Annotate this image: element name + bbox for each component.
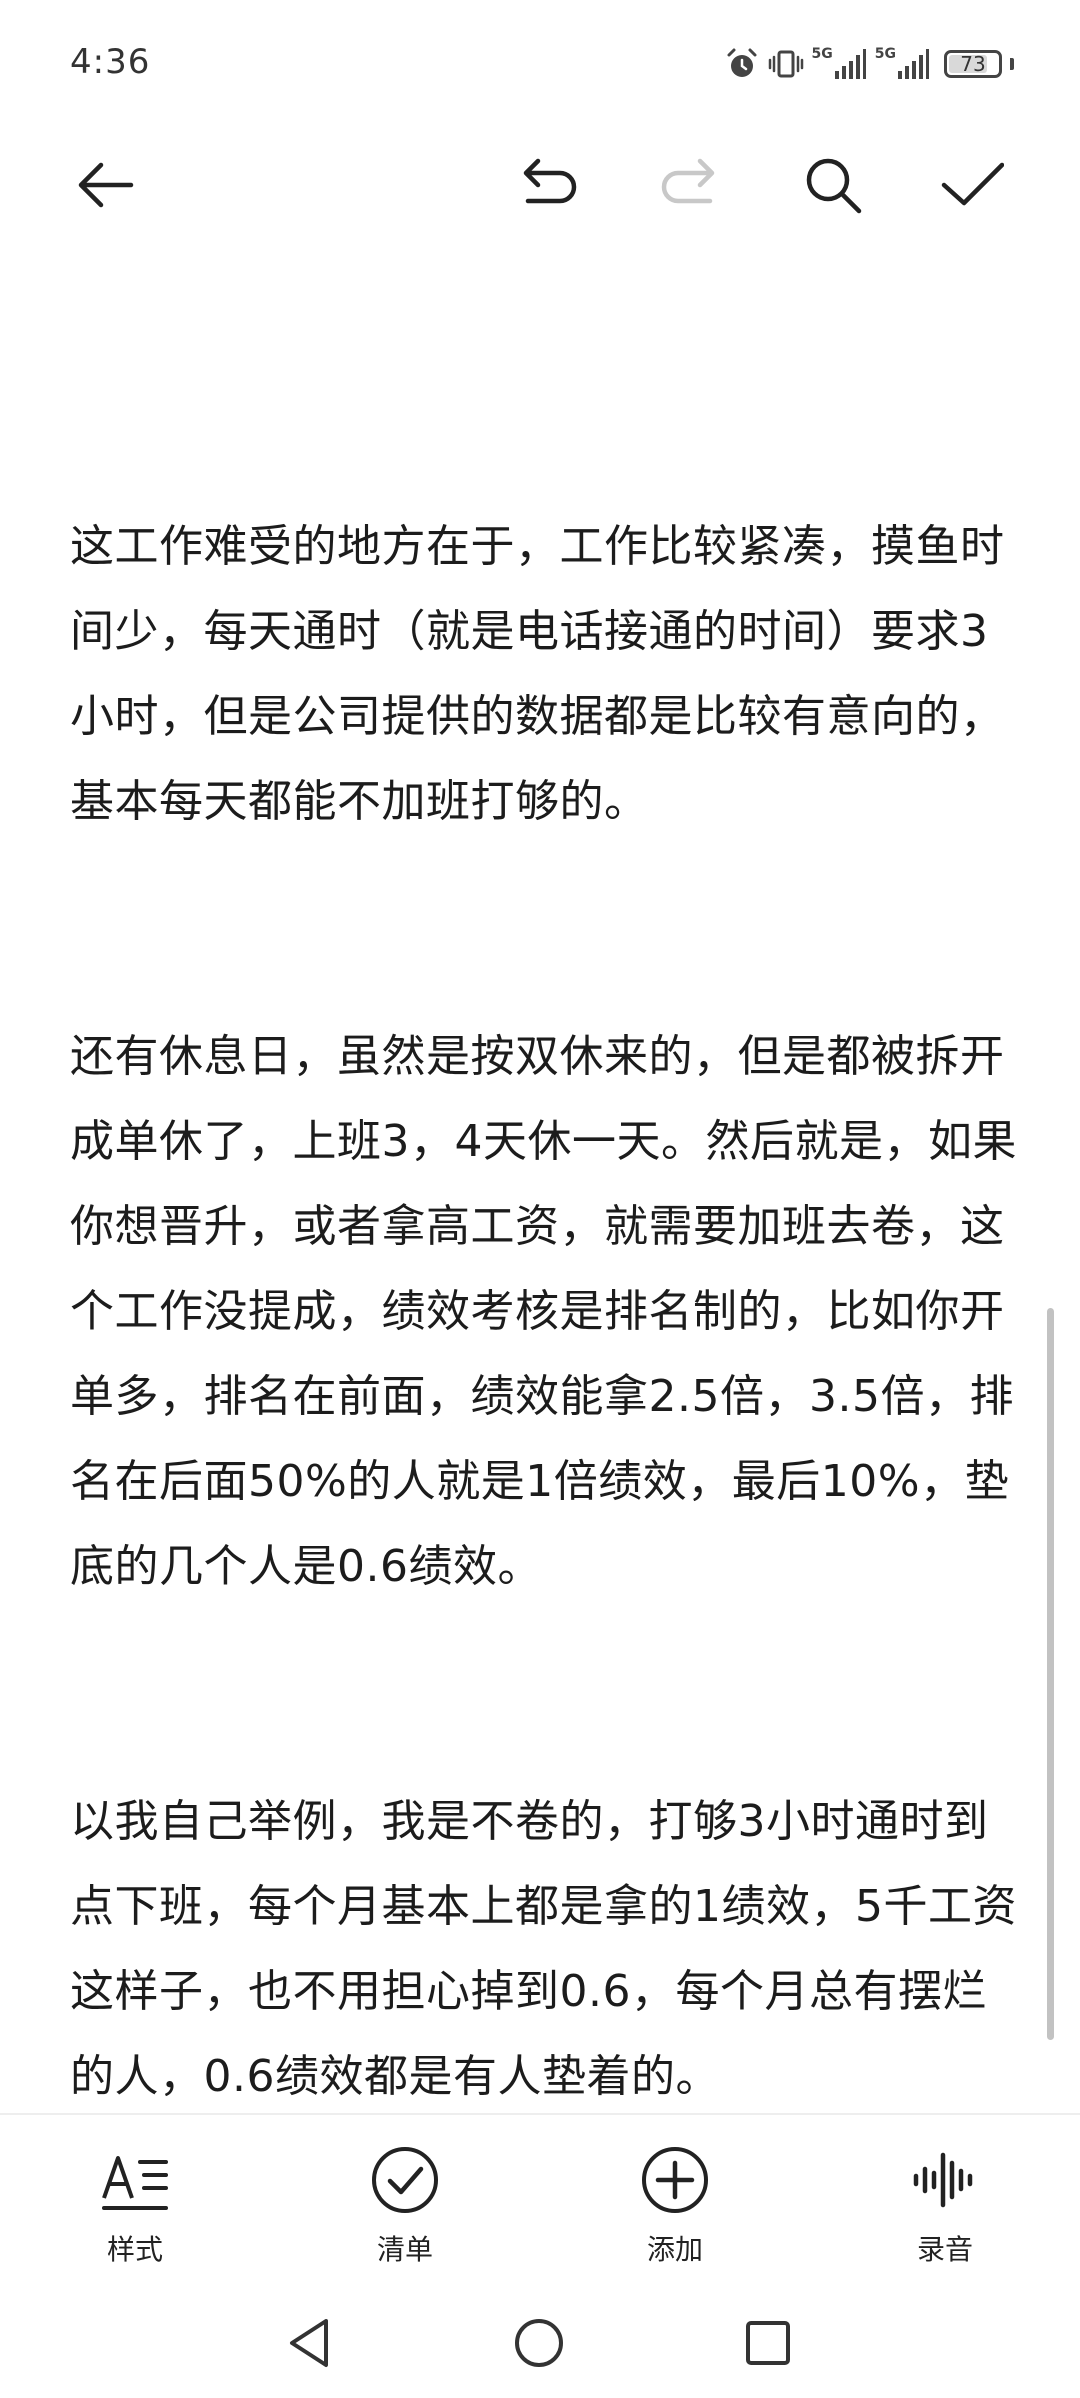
network-label-1: 5G [811, 46, 833, 62]
record-label: 录音 [916, 2233, 973, 2266]
redo-icon [661, 158, 715, 204]
signal-5g-icon: 5G [812, 47, 867, 81]
style-label: 样式 [106, 2233, 163, 2266]
alarm-icon [724, 46, 760, 82]
text-style-icon [102, 2156, 168, 2210]
audio-record-icon [913, 2152, 973, 2208]
checklist-icon [372, 2147, 438, 2213]
nav-recents-button[interactable] [718, 2298, 818, 2388]
add-button[interactable]: 添加 [540, 2115, 810, 2290]
undo-icon [523, 158, 577, 204]
editor-toolbar [0, 130, 1080, 240]
nav-back-button[interactable] [260, 2298, 360, 2388]
search-button[interactable] [783, 130, 883, 240]
undo-button[interactable] [500, 130, 600, 240]
status-bar: 4:36 5G 5G 73 [0, 0, 1080, 130]
scrollbar[interactable] [1047, 1308, 1054, 2040]
nav-home-icon [515, 2319, 563, 2367]
redo-button[interactable] [638, 130, 738, 240]
battery-tip [1010, 58, 1014, 70]
battery-level: 73 [960, 52, 986, 76]
checklist-label: 清单 [376, 2233, 433, 2266]
nav-recents-icon [746, 2321, 790, 2365]
system-nav-bar [0, 2290, 1080, 2398]
checklist-button[interactable]: 清单 [270, 2115, 540, 2290]
add-icon [642, 2147, 708, 2213]
style-button[interactable]: 样式 [0, 2115, 270, 2290]
checkmark-icon [941, 162, 1004, 206]
status-icons: 5G 5G 73 [724, 44, 1014, 84]
search-icon [806, 158, 862, 214]
signal-5g-icon: 5G [875, 47, 930, 81]
status-time: 4:36 [70, 42, 151, 82]
nav-back-icon [290, 2319, 328, 2367]
note-paragraph: 以我自己举例，我是不卷的，打够3小时通时到点下班，每个月基本上都是拿的1绩效，5… [70, 1796, 1017, 2102]
network-label-2: 5G [874, 46, 896, 62]
nav-home-button[interactable] [489, 2298, 589, 2388]
note-paragraph: 这工作难受的地方在于，工作比较紧凑，摸鱼时间少，每天通时（就是电话接通的时间）要… [70, 521, 1005, 827]
done-button[interactable] [922, 130, 1022, 240]
vibrate-icon [768, 46, 804, 82]
back-button[interactable] [55, 130, 155, 240]
battery-icon: 73 [944, 50, 1002, 78]
add-label: 添加 [646, 2233, 703, 2266]
record-audio-button[interactable]: 录音 [810, 2115, 1080, 2290]
back-arrow-icon [78, 162, 134, 208]
note-content[interactable]: 这工作难受的地方在于，工作比较紧凑，摸鱼时间少，每天通时（就是电话接通的时间）要… [70, 334, 1020, 2204]
bottom-toolbar: 样式 清单 添加 录音 [0, 2115, 1080, 2290]
note-paragraph: 还有休息日，虽然是按双休来的，但是都被拆开成单休了，上班3，4天休一天。然后就是… [70, 1031, 1017, 1592]
